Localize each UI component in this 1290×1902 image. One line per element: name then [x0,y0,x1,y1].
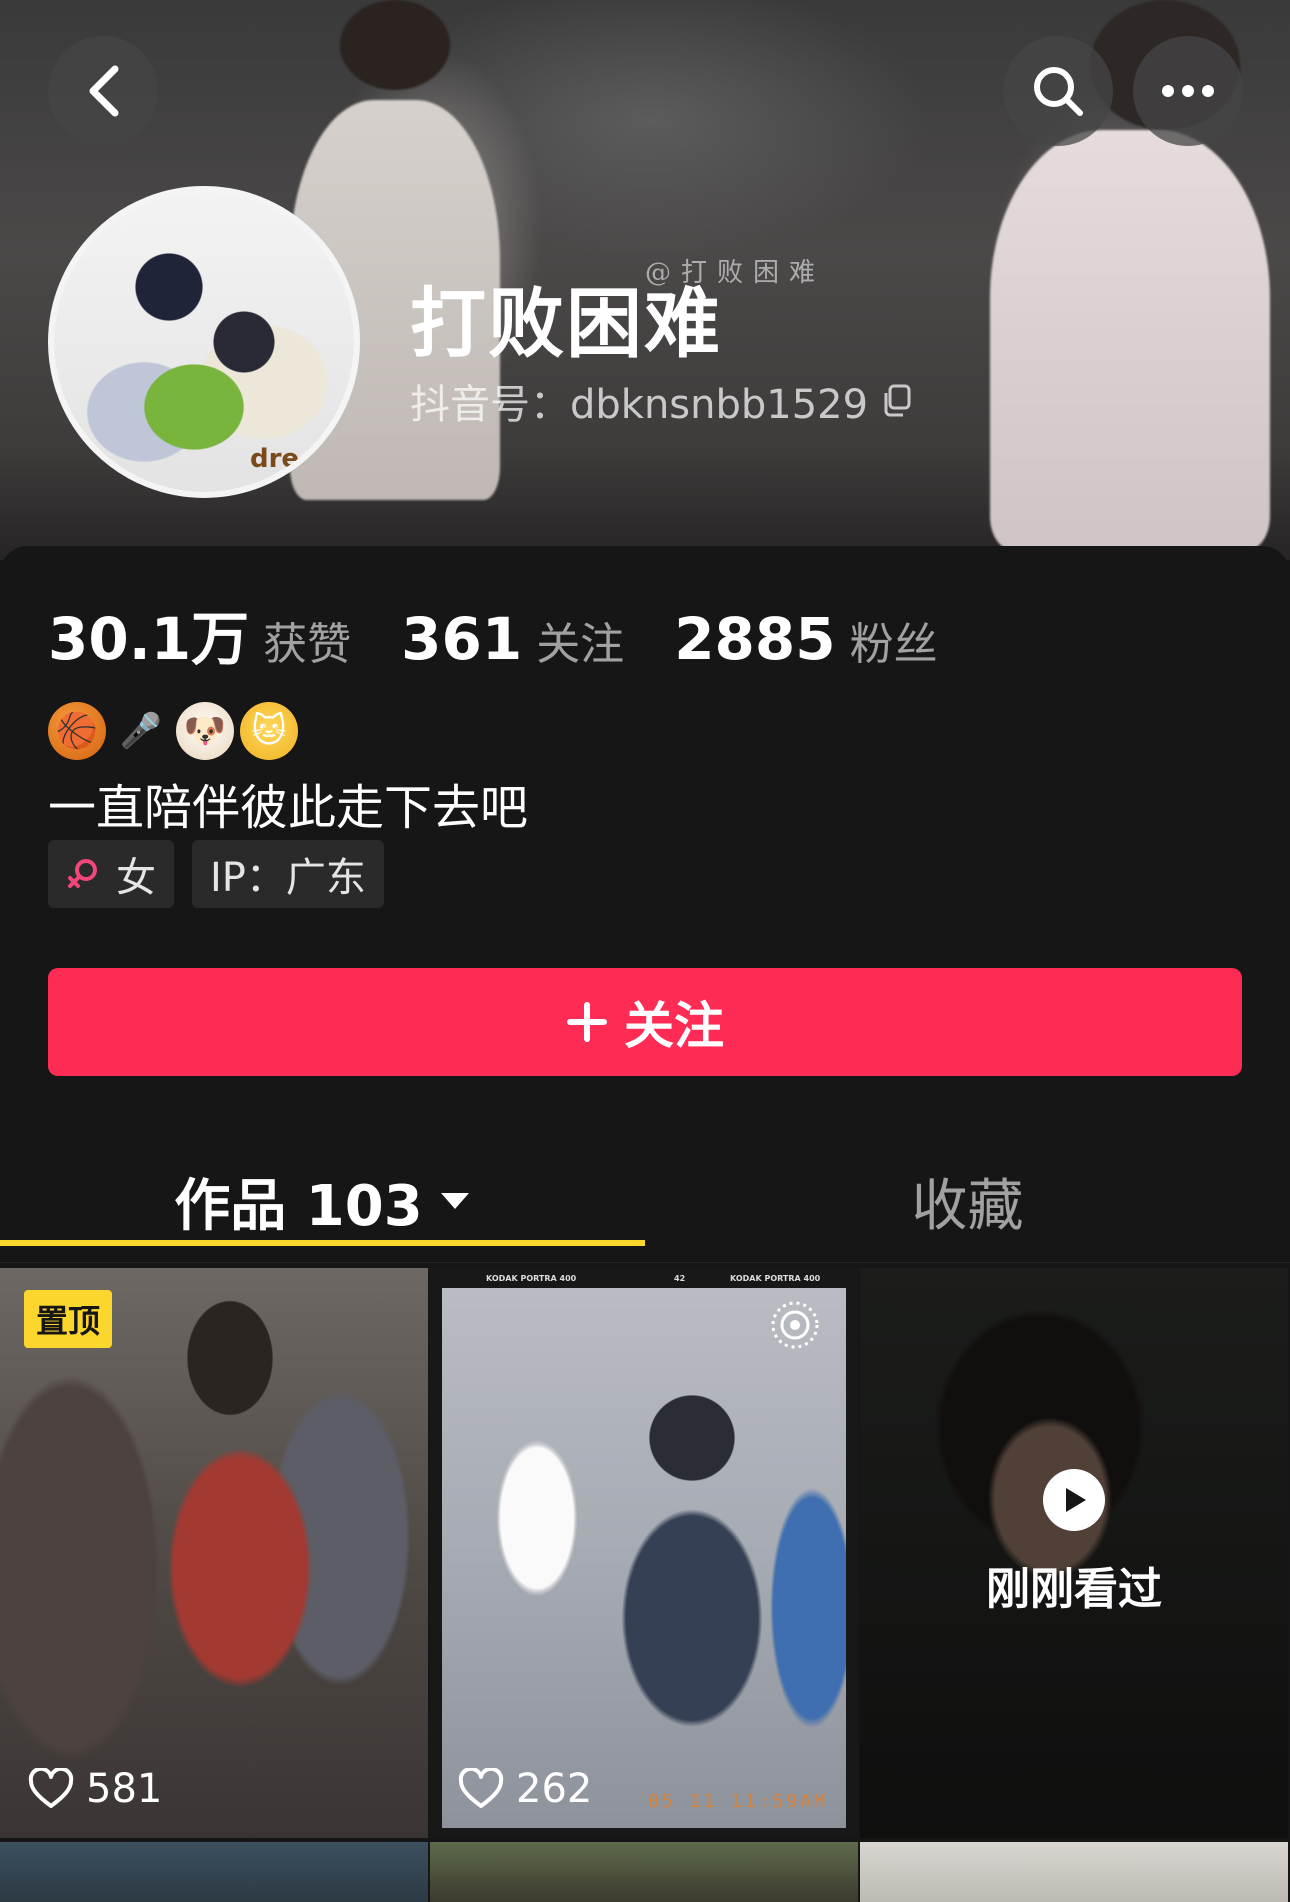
video-likes-count: 581 [86,1766,163,1812]
heart-icon [28,1768,74,1808]
cat-emoji: 🐱 [240,702,298,760]
avatar-shirt-text: dre [250,444,300,474]
dog-emoji: 🐶 [176,702,234,760]
video-thumbnail[interactable] [0,1842,428,1902]
plus-icon [567,1002,607,1042]
profile-tags: 女 IP：广东 [48,840,384,908]
film-brand-label: KODAK PORTRA 400 [486,1274,577,1283]
more-dots-icon [1162,85,1214,97]
stats-row: 30.1万 获赞 361 关注 2885 粉丝 [48,592,988,676]
avatar-image [54,192,354,492]
film-brand-label: KODAK PORTRA 400 [730,1274,821,1283]
bio-text: 一直陪伴彼此走下去吧 [48,780,529,836]
douyin-id-row[interactable]: 抖音号：dbknsnbb1529 [410,372,912,430]
stat-following-value: 361 [401,605,523,673]
stat-following-label: 关注 [536,619,625,670]
film-frame-number: 42 [674,1274,686,1283]
video-thumbnail[interactable] [860,1842,1288,1902]
play-triangle-icon [1066,1488,1086,1512]
copy-icon[interactable] [882,384,912,418]
stat-following[interactable]: 361 关注 [401,605,624,673]
douyin-id-text: 抖音号：dbknsnbb1529 [410,382,869,428]
live-photo-icon [771,1301,819,1349]
search-button[interactable] [1003,36,1113,146]
bio-emoji-row: 🏀 🎤 🐶 🐱 [48,702,298,760]
stat-followers-value: 2885 [674,605,836,673]
profile-avatar[interactable]: dre [48,186,360,498]
heart-icon [458,1768,504,1808]
stat-likes[interactable]: 30.1万 获赞 [48,592,351,676]
more-options-button[interactable] [1133,36,1243,146]
active-tab-indicator [0,1240,645,1246]
stat-likes-value: 30.1万 [48,605,250,673]
tab-favorites-label: 收藏 [911,1173,1024,1239]
tab-favorites[interactable]: 收藏 [645,1146,1290,1256]
gender-label: 女 [116,855,156,901]
video-thumbnail[interactable]: 刚刚看过 [860,1268,1288,1838]
profile-nickname: 打败困难 [410,279,722,368]
gender-tag: 女 [48,840,174,908]
follow-button[interactable]: 关注 [48,968,1242,1076]
tab-divider [0,1262,1290,1263]
back-button[interactable] [48,36,158,146]
female-icon [68,859,97,888]
stat-followers-label: 粉丝 [849,619,938,670]
search-icon [1034,67,1083,116]
pinned-badge: 置顶 [24,1290,113,1348]
video-image [442,1288,846,1828]
back-arrow-icon [89,65,119,117]
tab-works-label: 作品 103 [174,1173,423,1239]
profile-card: 30.1万 获赞 361 关注 2885 粉丝 🏀 🎤 🐶 🐱 一直陪伴彼此走下… [0,546,1290,1902]
date-stamp: 05 11 11:59AM [648,1791,828,1812]
recently-watched-label: 刚刚看过 [986,1564,1162,1615]
recently-watched-overlay: 刚刚看过 [860,1268,1288,1838]
ip-location-tag: IP：广东 [192,840,384,908]
banner-photo-person-head [340,0,450,90]
stat-likes-label: 获赞 [263,619,352,670]
video-likes-count: 262 [516,1766,593,1812]
banner-photo-person [990,130,1270,550]
dropdown-triangle-icon[interactable] [439,1190,471,1212]
stat-followers[interactable]: 2885 粉丝 [674,605,937,673]
play-icon [1043,1469,1105,1531]
microphone-emoji: 🎤 [119,711,163,751]
video-thumbnail[interactable]: 置顶 581 [0,1268,428,1838]
video-likes: 262 [458,1766,592,1812]
video-thumbnail[interactable]: KODAK PORTRA 400 42 KODAK PORTRA 400 05 … [430,1268,858,1838]
follow-button-label: 关注 [624,998,724,1054]
video-thumbnail[interactable] [430,1842,858,1902]
basketball-emoji: 🏀 [48,702,106,760]
video-likes: 581 [28,1766,162,1812]
ip-location-label: IP：广东 [210,855,366,901]
